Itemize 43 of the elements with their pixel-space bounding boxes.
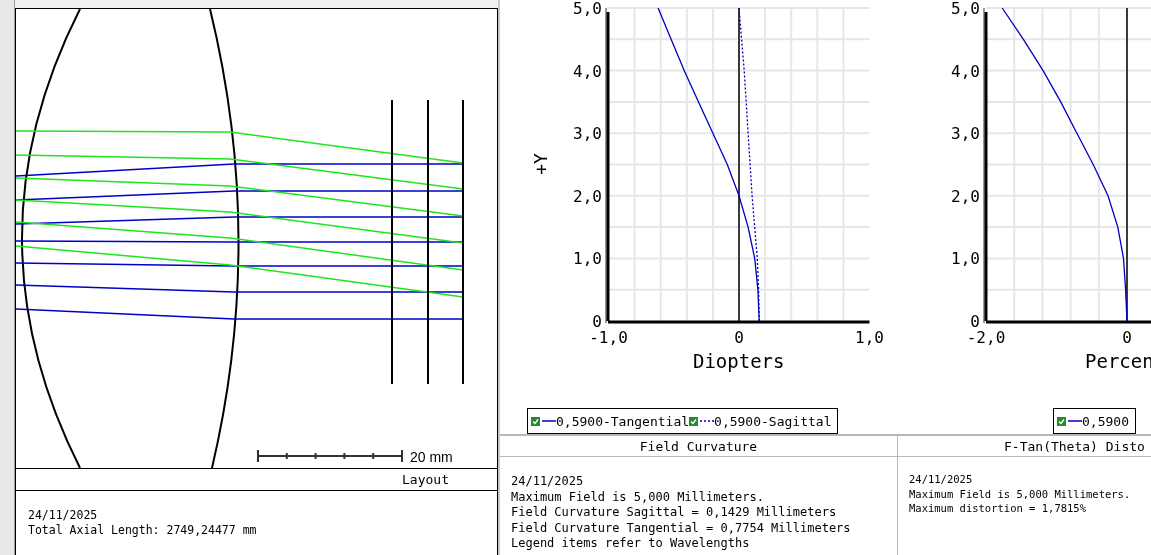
note-text: 24/11/2025 [511,474,585,490]
tick-label: 2,0 [951,186,980,206]
checkbox[interactable] [689,416,699,426]
panel-title: Field Curvature [639,438,758,454]
checkbox[interactable] [531,416,540,426]
scale-label: 20 mm [410,449,453,465]
tick-label: -2,0 [966,328,1006,347]
tick-label: 0 [1122,328,1132,347]
panel-title: Layout [402,472,449,487]
note-text: Legend items refer to Wavelengths [511,536,751,552]
tick-label: 1,0 [951,249,980,269]
tick-label: 1,0 [573,249,602,269]
tick-label: 5,0 [573,0,602,18]
tick-label: -1,0 [589,328,628,347]
tick-label: 4,0 [951,61,980,81]
tick-label: 3,0 [573,124,602,144]
tick-label: 0 [592,312,602,331]
tick-label: 1,0 [855,328,884,347]
line-sample-icon [1068,419,1082,423]
tick-label: 2,0 [573,186,602,206]
note-text: Total Axial Length: 2749,24477 mm [28,523,258,538]
legend-label: 0,5900-Sagittal [714,413,832,429]
note-text: 24/11/2025 [28,508,99,523]
line-sample-icon [542,419,556,423]
tick-label: 5,0 [951,0,980,18]
axis-label: +Y [530,153,551,175]
axis-label: Percen [1085,350,1151,372]
axis-label: Diopters [693,350,785,372]
tick-label: 3,0 [951,124,980,144]
checkbox[interactable] [1057,416,1066,426]
tick-label: 0 [970,312,980,331]
note-text: Maximum Field is 5,000 Millimeters. [909,486,1132,501]
note-text: 24/11/2025 [909,472,974,487]
note-text: Maximum Field is 5,000 Millimeters. [511,489,765,505]
note-text: Maximum distortion = 1,7815% [909,501,1087,516]
tick-label: 0 [734,328,744,347]
note-text: Field Curvature Sagittal = 0,1429 Millimeters [511,505,838,521]
legend-label: 0,5900 [1082,413,1129,429]
legend-label: 0,5900-Tangential [556,413,690,429]
panel-title: F-Tan(Theta) Disto [1004,438,1145,454]
line-sample-icon [700,419,715,423]
tick-label: 4,0 [573,61,602,81]
note-text: Field Curvature Tangential = 0,7754 Millimeters [511,520,852,536]
